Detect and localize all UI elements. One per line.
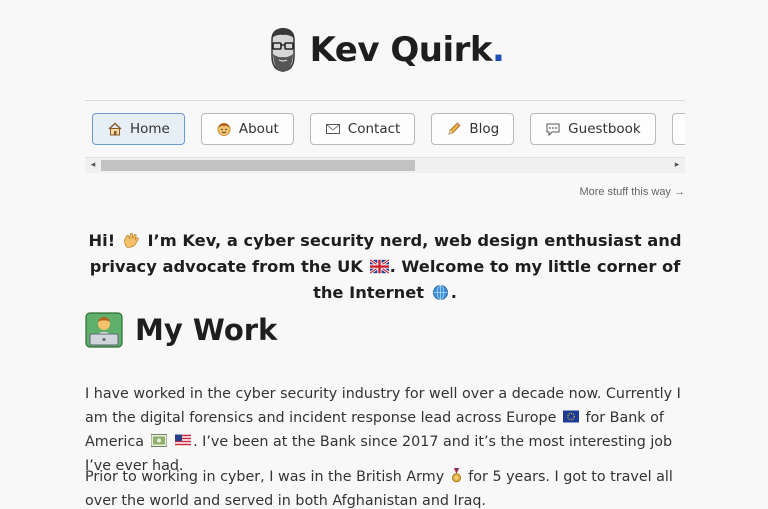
- site-title-dot: .: [492, 30, 505, 70]
- page-wrapper: Kev Quirk. Home About Contact Blog Guest…: [85, 0, 685, 509]
- us-flag-icon: [175, 434, 192, 447]
- work-paragraph-1: I have worked in the cyber security indu…: [85, 386, 681, 474]
- person-icon: [217, 123, 231, 136]
- avatar-icon: [270, 28, 295, 72]
- site-title: Kev Quirk.: [309, 30, 505, 70]
- bank-icon: [150, 434, 167, 447]
- scrollbar-thumb[interactable]: [101, 160, 415, 171]
- waving-hand-icon: [124, 233, 139, 248]
- nav-blog-label: Blog: [469, 121, 500, 137]
- globe-icon: [432, 285, 448, 300]
- nav-blog-button[interactable]: Blog: [431, 113, 515, 145]
- eu-flag-icon: [562, 410, 579, 423]
- my-work-heading-text: My Work: [135, 313, 278, 347]
- my-work-heading: My Work: [85, 312, 277, 348]
- site-logo-link[interactable]: Kev Quirk.: [266, 26, 505, 74]
- nav-home-label: Home: [130, 121, 170, 137]
- medal-icon: [451, 468, 461, 483]
- main-nav: Home About Contact Blog Guestbook: [85, 101, 685, 157]
- site-header: Kev Quirk.: [85, 0, 685, 100]
- nav-track: Home About Contact Blog Guestbook: [85, 101, 685, 145]
- nav-horizontal-scrollbar[interactable]: ◂ ▸: [85, 157, 685, 173]
- nav-home-button[interactable]: Home: [92, 113, 185, 145]
- envelope-icon: [325, 124, 340, 134]
- nav-contact-button[interactable]: Contact: [309, 113, 416, 145]
- technologist-icon: [85, 312, 123, 348]
- intro-text: Hi! I’m Kev, a cyber security nerd, web …: [88, 231, 682, 302]
- speech-bubble-icon: [546, 123, 560, 137]
- house-icon: [108, 122, 122, 136]
- more-stuff-hint: More stuff this way →: [579, 186, 685, 198]
- nav-contact-label: Contact: [347, 121, 401, 137]
- nav-guestbook-button[interactable]: Guestbook: [530, 113, 656, 145]
- scroll-left-arrow[interactable]: ◂: [85, 158, 101, 173]
- scroll-right-arrow[interactable]: ▸: [669, 158, 685, 173]
- uk-flag-icon: [369, 258, 389, 275]
- nav-guestbook-label: Guestbook: [568, 121, 641, 137]
- nav-about-label: About: [238, 121, 279, 137]
- nav-about-button[interactable]: About: [200, 113, 294, 145]
- nav-notes-button[interactable]: No: [671, 113, 685, 145]
- work-paragraph-2: Prior to working in cyber, I was in the …: [85, 468, 673, 509]
- pencil-icon: [448, 122, 461, 135]
